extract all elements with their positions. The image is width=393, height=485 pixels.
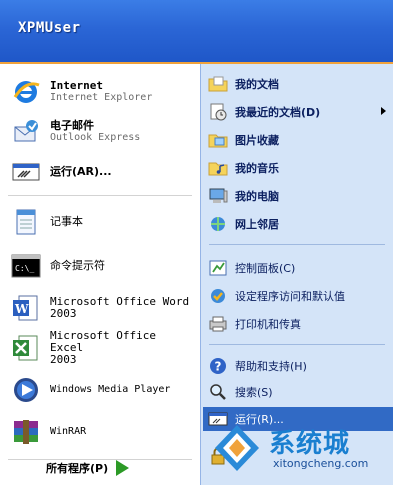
command-prompt-icon: C:\_	[10, 250, 42, 282]
arrow-right-icon	[116, 459, 130, 476]
my-documents-icon	[207, 73, 229, 95]
places-item-help[interactable]: ? 帮助和支持(H)	[207, 354, 392, 378]
watermark: 系统城 xitongcheng.com	[211, 419, 383, 479]
help-icon: ?	[207, 355, 229, 377]
left-divider	[8, 195, 192, 196]
pinned-title: 运行(AR)...	[50, 165, 112, 178]
svg-text:?: ?	[215, 360, 222, 374]
my-music-icon	[207, 157, 229, 179]
program-item-cmd[interactable]: C:\_ 命令提示符	[10, 248, 195, 284]
winrar-icon	[10, 416, 42, 448]
program-item-winrar[interactable]: WinRAR	[10, 414, 195, 450]
watermark-url: xitongcheng.com	[273, 457, 369, 470]
program-label: 命令提示符	[50, 259, 105, 272]
pinned-subtitle: Outlook Express	[50, 132, 141, 143]
places-label: 设定程序访问和默认值	[235, 290, 345, 303]
places-label: 搜索(S)	[235, 386, 273, 399]
places-item-my-documents[interactable]: 我的文档	[207, 72, 392, 96]
pinned-item-internet[interactable]: Internet Internet Explorer	[10, 74, 195, 110]
program-item-media-player[interactable]: Windows Media Player	[10, 372, 195, 408]
pinned-subtitle: Internet Explorer	[50, 92, 153, 103]
submenu-arrow-icon	[381, 107, 386, 115]
places-label: 网上邻居	[235, 218, 279, 231]
all-programs-label: 所有程序(P)	[46, 461, 109, 475]
start-menu-header: XPMUser	[0, 0, 393, 64]
program-access-icon	[207, 285, 229, 307]
places-item-recent-documents[interactable]: 我最近的文档(D)	[207, 100, 392, 124]
start-menu: XPMUser Internet Internet Explorer 电子邮件 …	[0, 0, 393, 485]
places-label: 我最近的文档(D)	[235, 106, 321, 119]
program-label: WinRAR	[50, 426, 87, 437]
right-divider	[209, 344, 385, 345]
places-label: 图片收藏	[235, 134, 279, 147]
left-pane: Internet Internet Explorer 电子邮件 Outlook …	[0, 64, 200, 485]
username: XPMUser	[18, 20, 81, 36]
places-label: 我的文档	[235, 78, 279, 91]
pinned-item-email[interactable]: 电子邮件 Outlook Express	[10, 114, 195, 150]
recent-documents-icon	[207, 101, 229, 123]
pinned-item-run[interactable]: 运行(AR)...	[10, 156, 195, 188]
printers-icon	[207, 313, 229, 335]
places-item-printers[interactable]: 打印机和传真	[207, 312, 392, 336]
watermark-brand: 系统城	[269, 429, 351, 459]
program-item-excel[interactable]: Microsoft Office Excel 2003	[10, 330, 195, 366]
places-item-program-access[interactable]: 设定程序访问和默认值	[207, 284, 392, 308]
program-label: Microsoft Office Excel	[50, 329, 156, 354]
network-places-icon	[207, 213, 229, 235]
places-label: 打印机和传真	[235, 318, 301, 331]
places-item-control-panel[interactable]: 控制面板(C)	[207, 256, 392, 280]
places-item-my-computer[interactable]: 我的电脑	[207, 184, 392, 208]
program-label: 记事本	[50, 215, 83, 228]
pinned-title: 电子邮件	[50, 119, 94, 132]
places-item-my-pictures[interactable]: 图片收藏	[207, 128, 392, 152]
right-divider	[209, 244, 385, 245]
notepad-icon	[10, 206, 42, 238]
program-item-word[interactable]: W Microsoft Office Word 2003	[10, 290, 195, 326]
search-icon	[207, 381, 229, 403]
places-label: 我的音乐	[235, 162, 279, 175]
places-label: 控制面板(C)	[235, 262, 296, 275]
word-icon: W	[10, 292, 42, 324]
program-version: 2003	[50, 353, 77, 366]
excel-icon	[10, 332, 42, 364]
places-item-my-music[interactable]: 我的音乐	[207, 156, 392, 180]
places-label: 我的电脑	[235, 190, 279, 203]
watermark-logo	[215, 425, 259, 471]
pinned-title: Internet	[50, 79, 103, 92]
program-label: Windows Media Player	[50, 384, 171, 395]
svg-text:W: W	[14, 302, 29, 316]
media-player-icon	[10, 374, 42, 406]
places-item-network[interactable]: 网上邻居	[207, 212, 392, 236]
program-version: 2003	[50, 307, 77, 320]
my-pictures-icon	[207, 129, 229, 151]
control-panel-icon	[207, 257, 229, 279]
program-item-notepad[interactable]: 记事本	[10, 204, 195, 240]
internet-explorer-icon	[10, 76, 42, 108]
places-item-search[interactable]: 搜索(S)	[207, 380, 392, 404]
run-icon	[10, 156, 42, 188]
svg-text:C:\_: C:\_	[15, 264, 34, 273]
outlook-express-icon	[10, 116, 42, 148]
places-label: 帮助和支持(H)	[235, 360, 307, 373]
all-programs-button[interactable]: 所有程序(P)	[0, 450, 200, 485]
my-computer-icon	[207, 185, 229, 207]
